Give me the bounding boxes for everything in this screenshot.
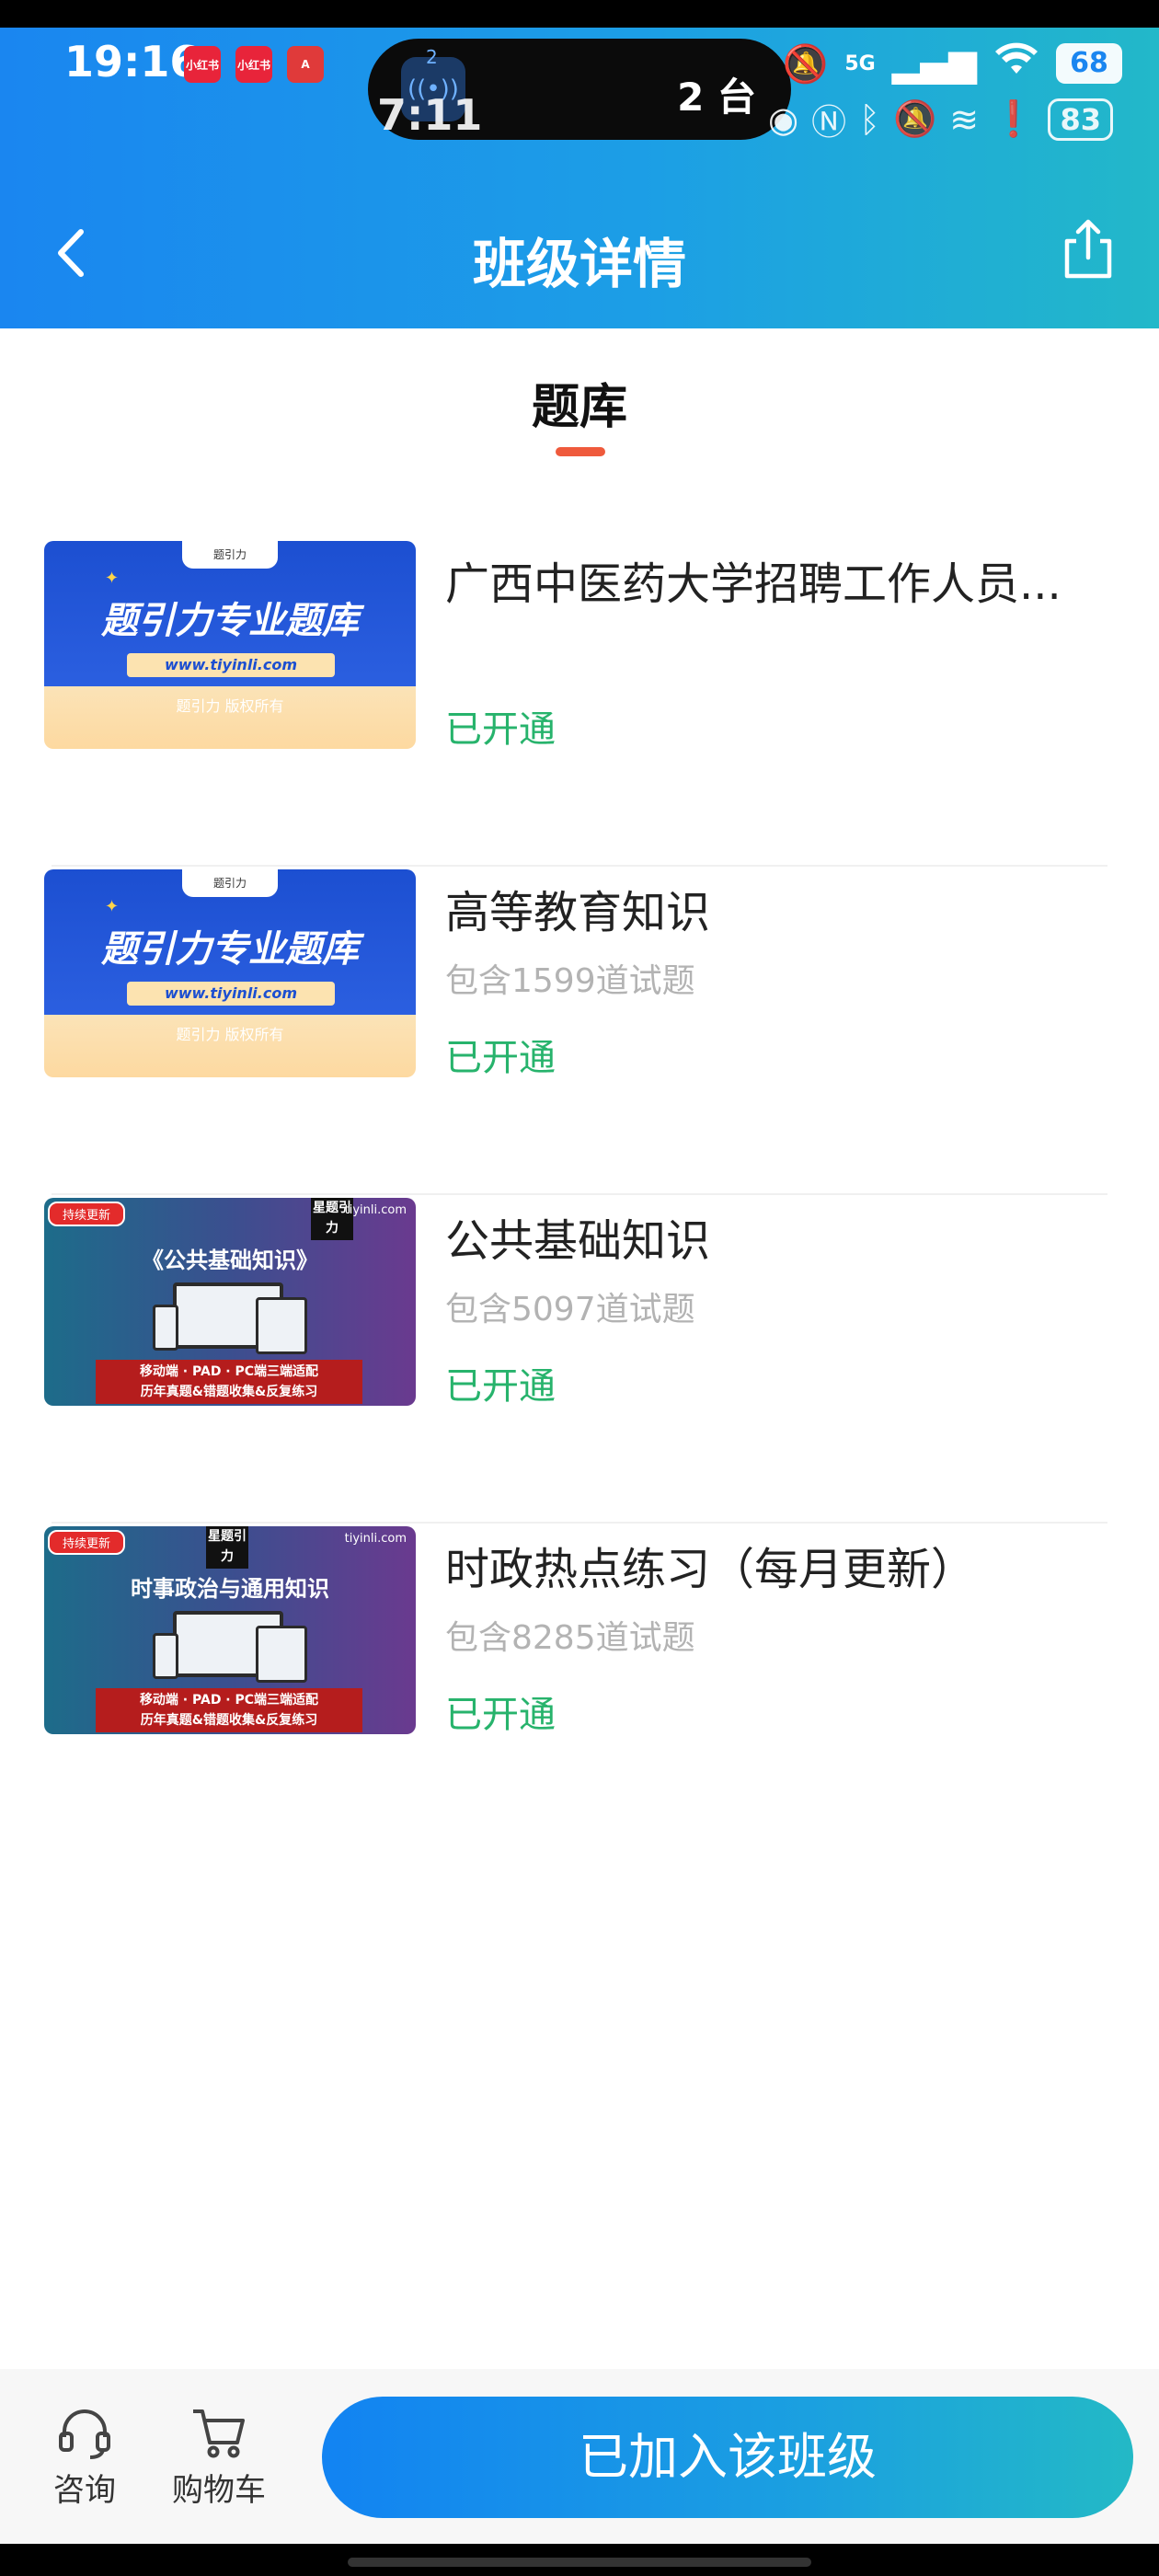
bottom-action-bar: 咨询 购物车 已加入该班级: [0, 2369, 1159, 2544]
wifi-icon: ≋: [949, 98, 980, 140]
item-subtitle: 包含8285道试题: [445, 1619, 695, 1657]
thumb-title: 《公共基础知识》: [142, 1248, 318, 1273]
thumb-title: 时事政治与通用知识: [131, 1576, 329, 1602]
thumb-url: www.tiyinli.com: [127, 653, 335, 677]
list-item[interactable]: 持续更新 星题引力 tiyinli.com 时事政治与通用知识 移动端 · PA…: [0, 1524, 1159, 1852]
item-status: 已开通: [445, 708, 556, 751]
item-title: 时政热点练习（每月更新）: [445, 1544, 976, 1595]
question-bank-list: 题引力 ✦ 题引力专业题库 www.tiyinli.com 题引力 版权所有 广…: [0, 538, 1159, 1852]
consult-button[interactable]: 咨询: [20, 2406, 149, 2510]
item-thumbnail: 持续更新 星题引力 tiyinli.com 时事政治与通用知识 移动端 · PA…: [44, 1526, 416, 1734]
thumb-top-label: 题引力: [182, 869, 278, 897]
cart-label: 购物车: [172, 2472, 266, 2509]
consult-label: 咨询: [53, 2472, 116, 2509]
thumb-footer: 题引力 版权所有: [176, 1026, 284, 1043]
item-status: 已开通: [445, 1694, 556, 1736]
thumb-feature-line: 移动端 · PAD · PC端三端适配: [139, 1364, 319, 1379]
list-item[interactable]: 题引力 ✦ 题引力专业题库 www.tiyinli.com 题引力 版权所有 高…: [0, 867, 1159, 1195]
tablet-icon: [256, 1297, 307, 1354]
phone-icon: [153, 1305, 178, 1351]
share-icon[interactable]: [1056, 217, 1120, 282]
thumb-footer: 题引力 版权所有: [176, 697, 284, 715]
ghost-status-icons: ◉ Ⓝ ᛒ 🔕 ≋ ❗ 83: [768, 94, 1113, 144]
signal-icon: ▂▄▆: [891, 42, 977, 85]
alert-icon: ❗: [992, 98, 1036, 139]
item-subtitle: 包含5097道试题: [445, 1291, 695, 1328]
star-icon: ✦: [105, 569, 120, 588]
cart-button[interactable]: 购物车: [155, 2406, 283, 2510]
thumb-badge: 持续更新: [48, 1530, 126, 1555]
thumb-feature-line: 移动端 · PAD · PC端三端适配: [139, 1693, 319, 1708]
thumb-url: www.tiyinli.com: [127, 982, 335, 1006]
thumb-title: 题引力专业题库: [101, 600, 359, 642]
nav-bar: 班级详情: [0, 193, 1159, 313]
item-status: 已开通: [445, 1037, 556, 1079]
battery-indicator: 68: [1056, 43, 1122, 84]
thumb-feature-banner: 移动端 · PAD · PC端三端适配 历年真题&错题收集&反复练习: [96, 1360, 362, 1404]
home-indicator[interactable]: [348, 2558, 811, 2567]
thumb-feature-line: 历年真题&错题收集&反复练习: [140, 1713, 318, 1728]
thumb-site: tiyinli.com: [344, 1532, 407, 1546]
joined-class-button[interactable]: 已加入该班级: [322, 2397, 1133, 2518]
page-title: 班级详情: [472, 233, 686, 295]
list-item[interactable]: 持续更新 星题引力 tiyinli.com 《公共基础知识》 移动端 · PAD…: [0, 1195, 1159, 1524]
list-item[interactable]: 题引力 ✦ 题引力专业题库 www.tiyinli.com 题引力 版权所有 广…: [0, 538, 1159, 867]
status-time: 19:16: [64, 37, 200, 86]
top-edge: [0, 0, 1159, 28]
mute-bell-icon: 🔕: [782, 42, 829, 86]
thumb-badge: 持续更新: [48, 1202, 126, 1226]
thumb-title: 题引力专业题库: [101, 928, 359, 971]
item-subtitle: 包含1599道试题: [445, 962, 695, 1000]
tab-active-indicator: [556, 447, 605, 456]
item-title: 高等教育知识: [445, 887, 711, 938]
xiaohongshu-icon: 小红书: [235, 46, 272, 83]
ghost-status-overlay: 7:11 ◉ Ⓝ ᛒ 🔕 ≋ ❗ 83: [0, 90, 1159, 145]
headset-icon: [59, 2409, 110, 2459]
star-icon: ✦: [105, 897, 120, 916]
tab-label: 题库: [531, 380, 627, 435]
thumb-site: tiyinli.com: [344, 1203, 407, 1217]
ghost-battery: 83: [1048, 98, 1113, 141]
status-icons: 🔕 5G ▂▄▆ 68: [783, 40, 1122, 86]
item-title: 公共基础知识: [445, 1215, 711, 1267]
network-label: 5G: [844, 52, 876, 75]
thumb-top-label: 题引力: [182, 541, 278, 569]
item-thumbnail: 题引力 ✦ 题引力专业题库 www.tiyinli.com 题引力 版权所有: [44, 869, 416, 1077]
tablet-icon: [256, 1626, 307, 1683]
item-thumbnail: 题引力 ✦ 题引力专业题库 www.tiyinli.com 题引力 版权所有: [44, 541, 416, 749]
globe-icon: ◉: [767, 98, 799, 140]
cart-icon: [193, 2409, 245, 2458]
mute-bell-icon: 🔕: [892, 98, 937, 139]
thumb-feature-banner: 移动端 · PAD · PC端三端适配 历年真题&错题收集&反复练习: [96, 1688, 362, 1732]
island-badge: 2: [426, 46, 438, 68]
wifi-icon: [993, 40, 1039, 86]
item-status: 已开通: [445, 1365, 556, 1408]
thumb-feature-line: 历年真题&错题收集&反复练习: [140, 1385, 318, 1399]
nfc-icon: Ⓝ: [811, 102, 847, 143]
tab-question-bank[interactable]: 题库: [0, 368, 1159, 456]
app-a-icon: A: [287, 46, 324, 83]
bluetooth-icon: ᛒ: [859, 98, 880, 140]
phone-icon: [153, 1633, 178, 1679]
item-thumbnail: 持续更新 星题引力 tiyinli.com 《公共基础知识》 移动端 · PAD…: [44, 1198, 416, 1406]
item-title: 广西中医药大学招聘工作人员...: [445, 558, 1061, 610]
xiaohongshu-icon: 小红书: [184, 46, 221, 83]
thumb-logo: 星题引力: [206, 1526, 248, 1569]
ghost-time: 7:11: [377, 90, 483, 140]
